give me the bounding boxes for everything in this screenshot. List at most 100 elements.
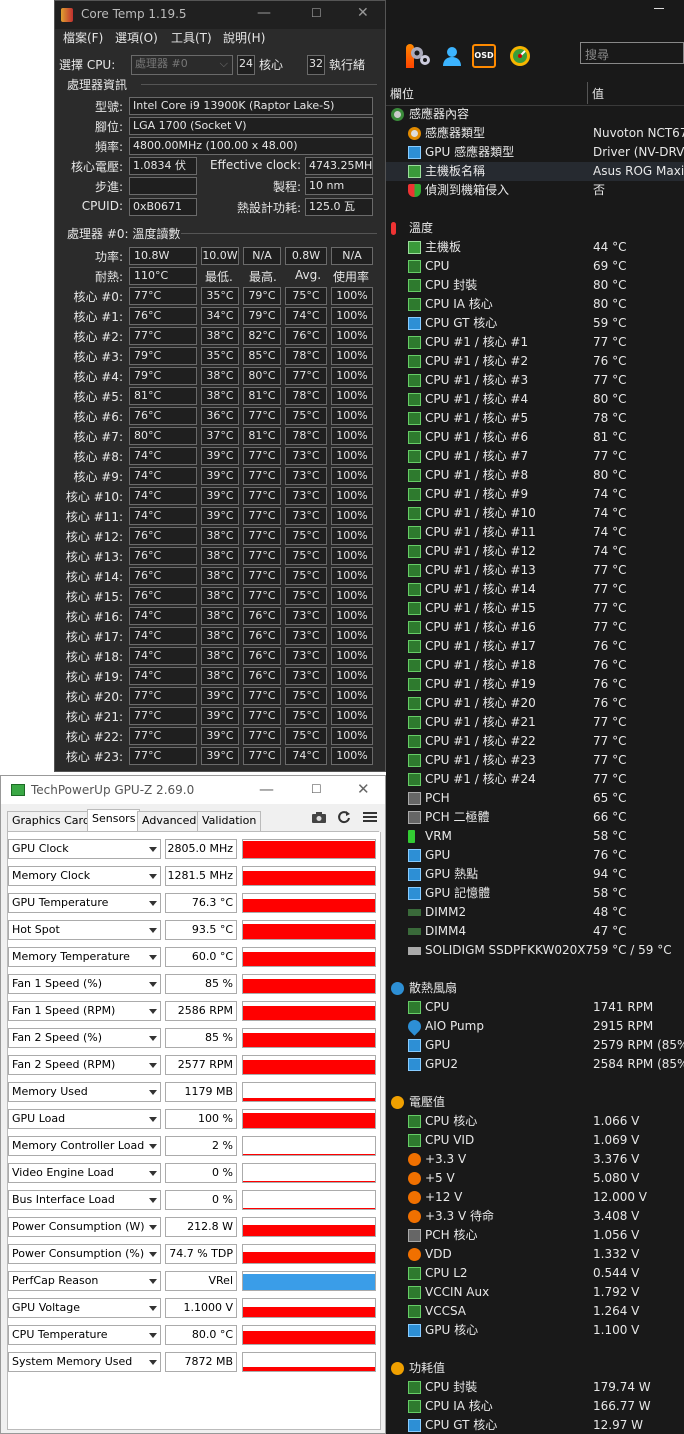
sensor-row[interactable]: 感應器類型 Nuvoton NCT679	[386, 124, 684, 143]
sensor-name-dropdown[interactable]: GPU Temperature	[8, 893, 161, 913]
sensor-name-dropdown[interactable]: Fan 2 Speed (%)	[8, 1028, 161, 1048]
sensor-name-dropdown[interactable]: Memory Used	[8, 1082, 161, 1102]
sensor-row[interactable]: 主機板 44 °C	[386, 238, 684, 257]
menu-help[interactable]: 說明(H)	[223, 29, 265, 46]
gears-icon[interactable]	[408, 44, 432, 68]
sensor-name-dropdown[interactable]: Bus Interface Load	[8, 1190, 161, 1210]
sensor-group-row[interactable]: 功耗值	[386, 1359, 684, 1378]
sensor-row[interactable]: +5 V 5.080 V	[386, 1169, 684, 1188]
sensor-row[interactable]: CPU 69 °C	[386, 257, 684, 276]
column-value[interactable]: 值	[592, 85, 604, 102]
sensor-name-dropdown[interactable]: PerfCap Reason	[8, 1271, 161, 1291]
sensor-name-dropdown[interactable]: Memory Clock	[8, 866, 161, 886]
tab-graphics-card[interactable]: Graphics Card	[7, 811, 95, 831]
refresh-icon[interactable]	[337, 810, 351, 828]
sensor-row[interactable]: VDD 1.332 V	[386, 1245, 684, 1264]
search-input[interactable]: 搜尋	[580, 42, 684, 64]
sensor-row[interactable]: DIMM4 47 °C	[386, 922, 684, 941]
sensor-row[interactable]: CPU 1741 RPM	[386, 998, 684, 1017]
maximize-icon[interactable]: ☐	[311, 782, 322, 796]
sensor-row[interactable]: 主機板名稱 Asus ROG Maxim	[386, 162, 684, 181]
sensor-row[interactable]: GPU 熱點 94 °C	[386, 865, 684, 884]
sensor-row[interactable]: VCCSA 1.264 V	[386, 1302, 684, 1321]
sensor-row[interactable]: CPU #1 / 核心 #3 77 °C	[386, 371, 684, 390]
sensor-group-row[interactable]: 溫度	[386, 219, 684, 238]
sensor-row[interactable]: GPU 2579 RPM (85%)	[386, 1036, 684, 1055]
sensor-row[interactable]: PCH 65 °C	[386, 789, 684, 808]
sensor-row[interactable]: VCCIN Aux 1.792 V	[386, 1283, 684, 1302]
sensor-row[interactable]: CPU 核心 1.066 V	[386, 1112, 684, 1131]
sensor-row[interactable]: CPU #1 / 核心 #1 77 °C	[386, 333, 684, 352]
sensor-row[interactable]: GPU2 2584 RPM (85%)	[386, 1055, 684, 1074]
close-icon[interactable]: ✕	[357, 5, 369, 21]
sensor-row[interactable]: CPU #1 / 核心 #12 74 °C	[386, 542, 684, 561]
speedometer-icon[interactable]	[508, 44, 532, 68]
sensor-row[interactable]: CPU #1 / 核心 #8 80 °C	[386, 466, 684, 485]
sensor-row[interactable]: GPU 記憶體 58 °C	[386, 884, 684, 903]
menu-tools[interactable]: 工具(T)	[171, 29, 212, 46]
sensor-name-dropdown[interactable]: Fan 1 Speed (%)	[8, 974, 161, 994]
sensor-row[interactable]: CPU #1 / 核心 #6 81 °C	[386, 428, 684, 447]
close-icon[interactable]: ✕	[357, 780, 370, 798]
sensor-row[interactable]: CPU #1 / 核心 #9 74 °C	[386, 485, 684, 504]
sensor-group-row[interactable]: 散熱風扇	[386, 979, 684, 998]
menu-file[interactable]: 檔案(F)	[63, 29, 103, 46]
sensor-row[interactable]: CPU IA 核心 166.77 W	[386, 1397, 684, 1416]
user-icon[interactable]	[440, 44, 464, 68]
maximize-icon[interactable]: ☐	[311, 6, 322, 20]
sensor-row[interactable]: GPU 76 °C	[386, 846, 684, 865]
sensor-row[interactable]: +12 V 12.000 V	[386, 1188, 684, 1207]
sensor-row[interactable]: CPU #1 / 核心 #22 77 °C	[386, 732, 684, 751]
sensor-row[interactable]: CPU IA 核心 80 °C	[386, 295, 684, 314]
sensor-row[interactable]: CPU 封裝 179.74 W	[386, 1378, 684, 1397]
sensor-name-dropdown[interactable]: System Memory Used	[8, 1352, 161, 1372]
sensor-row[interactable]: CPU #1 / 核心 #19 76 °C	[386, 675, 684, 694]
sensor-row[interactable]: CPU #1 / 核心 #20 76 °C	[386, 694, 684, 713]
sensor-row[interactable]: CPU #1 / 核心 #2 76 °C	[386, 352, 684, 371]
sensor-name-dropdown[interactable]: Power Consumption (W)	[8, 1217, 161, 1237]
column-field[interactable]: 欄位	[390, 85, 414, 102]
camera-icon[interactable]	[311, 810, 327, 828]
sensor-name-dropdown[interactable]: CPU Temperature	[8, 1325, 161, 1345]
menu-options[interactable]: 選項(O)	[115, 29, 158, 46]
sensor-name-dropdown[interactable]: Memory Temperature	[8, 947, 161, 967]
sensor-row[interactable]: CPU #1 / 核心 #10 74 °C	[386, 504, 684, 523]
sensor-name-dropdown[interactable]: GPU Load	[8, 1109, 161, 1129]
sensor-row[interactable]: CPU #1 / 核心 #18 76 °C	[386, 656, 684, 675]
sensor-name-dropdown[interactable]: Hot Spot	[8, 920, 161, 940]
sensor-name-dropdown[interactable]: Power Consumption (%)	[8, 1244, 161, 1264]
tab-advanced[interactable]: Advanced	[137, 811, 202, 831]
minimize-icon[interactable]	[654, 8, 664, 9]
tab-sensors[interactable]: Sensors	[87, 809, 141, 832]
sensor-row[interactable]: 偵測到機箱侵入 否	[386, 181, 684, 200]
sensor-row[interactable]: CPU #1 / 核心 #7 77 °C	[386, 447, 684, 466]
sensor-row[interactable]: DIMM2 48 °C	[386, 903, 684, 922]
sensor-name-dropdown[interactable]: Fan 1 Speed (RPM)	[8, 1001, 161, 1021]
sensor-row[interactable]: CPU GT 核心 59 °C	[386, 314, 684, 333]
sensor-row[interactable]: CPU #1 / 核心 #11 74 °C	[386, 523, 684, 542]
sensor-row[interactable]: CPU #1 / 核心 #23 77 °C	[386, 751, 684, 770]
sensor-row[interactable]: GPU 感應器類型 Driver (NV-DRV)	[386, 143, 684, 162]
sensor-row[interactable]: CPU 封裝 80 °C	[386, 276, 684, 295]
sensor-row[interactable]: PCH 核心 1.056 V	[386, 1226, 684, 1245]
sensor-name-dropdown[interactable]: Video Engine Load	[8, 1163, 161, 1183]
sensor-group-row[interactable]: 感應器內容	[386, 105, 684, 124]
sensor-name-dropdown[interactable]: GPU Clock	[8, 839, 161, 859]
sensor-row[interactable]: CPU #1 / 核心 #16 77 °C	[386, 618, 684, 637]
sensor-row[interactable]: PCH 二極體 66 °C	[386, 808, 684, 827]
menu-icon[interactable]	[363, 810, 377, 828]
sensor-row[interactable]: AIO Pump 2915 RPM	[386, 1017, 684, 1036]
sensor-row[interactable]: CPU #1 / 核心 #13 77 °C	[386, 561, 684, 580]
sensor-row[interactable]: CPU #1 / 核心 #4 80 °C	[386, 390, 684, 409]
sensor-row[interactable]: CPU GT 核心 12.97 W	[386, 1416, 684, 1434]
cpu-select-dropdown[interactable]: 處理器 #0 ⌵	[131, 55, 233, 75]
sensor-row[interactable]: SOLIDIGM SSDPFKKW020X7 59 °C / 59 °C	[386, 941, 684, 960]
sensor-name-dropdown[interactable]: Fan 2 Speed (RPM)	[8, 1055, 161, 1075]
sensor-group-row[interactable]: 電壓值	[386, 1093, 684, 1112]
sensor-row[interactable]: GPU 核心 1.100 V	[386, 1321, 684, 1340]
osd-icon[interactable]: OSD	[472, 44, 496, 68]
column-separator[interactable]	[587, 82, 588, 104]
sensor-row[interactable]: CPU VID 1.069 V	[386, 1131, 684, 1150]
sensor-row[interactable]: CPU #1 / 核心 #21 77 °C	[386, 713, 684, 732]
sensor-row[interactable]: CPU #1 / 核心 #17 76 °C	[386, 637, 684, 656]
